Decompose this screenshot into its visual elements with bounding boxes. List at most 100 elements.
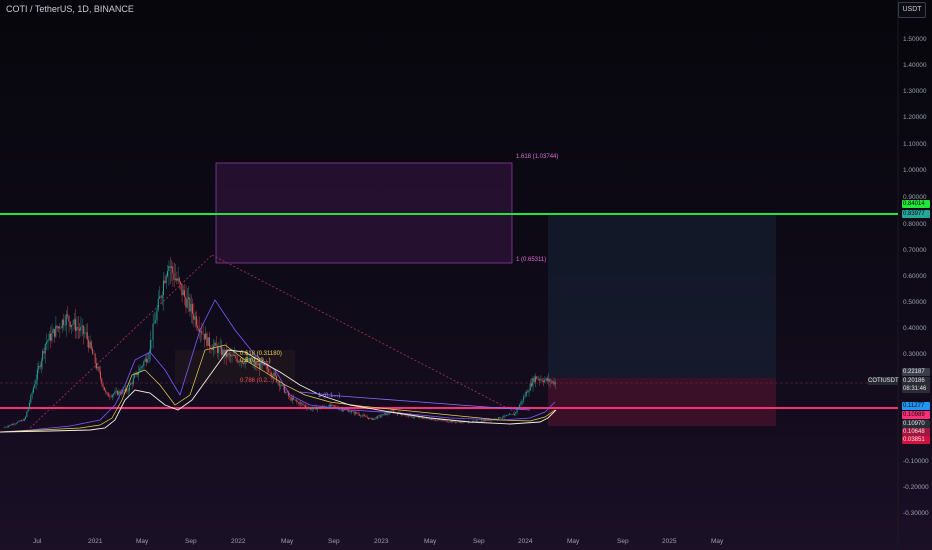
- candle-body: [293, 397, 295, 400]
- candle-body: [211, 348, 213, 351]
- candle-body: [432, 419, 434, 421]
- candle-body: [101, 378, 103, 385]
- candle-body: [222, 349, 224, 355]
- candle-body: [458, 421, 460, 422]
- candle-body: [14, 423, 16, 425]
- currency-button[interactable]: USDT: [898, 2, 926, 18]
- candle-body: [361, 415, 363, 417]
- candle-body: [403, 414, 405, 416]
- candle-body: [170, 266, 172, 268]
- symbol-title[interactable]: COTI / TetherUS, 1D, BINANCE: [6, 4, 134, 14]
- candle-body: [85, 332, 87, 334]
- date-tick: Sep: [473, 538, 485, 545]
- candle-body: [123, 389, 125, 391]
- candle-body: [18, 420, 20, 422]
- candle-body: [35, 379, 37, 385]
- candle-body: [17, 421, 19, 424]
- candle-body: [540, 379, 542, 381]
- candle-body: [520, 401, 522, 405]
- candle-body: [457, 421, 459, 422]
- candle-body: [428, 418, 430, 420]
- candle-body: [128, 384, 130, 391]
- candle-body: [174, 278, 176, 280]
- fib-label-lower: 1 (0.65311): [516, 257, 546, 263]
- candle-body: [366, 417, 368, 418]
- candle-body: [506, 415, 507, 416]
- date-tick: 2025: [662, 538, 677, 545]
- candle-body: [301, 402, 302, 404]
- candle-body: [446, 421, 448, 423]
- candle-body: [148, 352, 150, 359]
- candle-body: [270, 372, 272, 376]
- candle-body: [331, 404, 333, 407]
- candle-body: [498, 417, 500, 420]
- candles-layer: [4, 256, 556, 428]
- price-tick: 1.10000: [903, 141, 927, 148]
- candle-body: [273, 372, 275, 377]
- candle-body: [537, 379, 539, 380]
- candle-body: [490, 420, 492, 421]
- candle-body: [362, 415, 364, 416]
- position-profit-zone: [548, 215, 776, 378]
- candle-body: [527, 391, 529, 393]
- candle-body: [278, 381, 280, 387]
- date-tick: Sep: [185, 538, 197, 545]
- candle-body: [172, 266, 174, 274]
- candle-body: [30, 395, 32, 403]
- candle-body: [71, 325, 72, 327]
- candle-body: [360, 415, 362, 417]
- candle-body: [130, 383, 132, 385]
- chart-area[interactable]: 1.618 (1.03744) 1 (0.65311) 0.618 (0.311…: [0, 0, 932, 550]
- candle-body: [102, 384, 104, 388]
- price-badge-neutral: 0.10970: [902, 420, 930, 428]
- candle-body: [140, 366, 142, 368]
- candle-body: [186, 298, 188, 308]
- candle-body: [377, 415, 379, 419]
- fib-label-upper: 1.618 (1.03744): [516, 154, 558, 160]
- candle-body: [424, 418, 426, 419]
- candle-body: [335, 406, 337, 408]
- candle-body: [32, 387, 34, 393]
- date-tick: 2023: [374, 538, 389, 545]
- candle-body: [155, 320, 157, 323]
- candle-body: [414, 416, 415, 418]
- candle-body: [485, 420, 486, 421]
- candle-body: [36, 369, 38, 380]
- date-tick: 2022: [231, 538, 246, 545]
- date-tick: May: [711, 538, 724, 545]
- candle-body: [34, 384, 36, 388]
- candle-body: [139, 367, 141, 373]
- candle-body: [549, 378, 551, 383]
- candle-body: [499, 417, 501, 419]
- candle-body: [291, 397, 293, 401]
- candle-body: [302, 403, 304, 405]
- candle-body: [194, 316, 196, 320]
- candle-body: [164, 280, 166, 284]
- candle-body: [412, 417, 414, 418]
- candle-body: [78, 328, 80, 331]
- candle-body: [513, 413, 515, 416]
- price-tick: 0.80000: [903, 221, 927, 228]
- candle-body: [50, 333, 51, 341]
- candle-body: [185, 296, 187, 308]
- candle-body: [127, 390, 129, 392]
- candle-body: [511, 414, 513, 415]
- candle-body: [475, 420, 477, 422]
- candle-body: [132, 378, 134, 385]
- trendline-fall: [211, 254, 516, 413]
- candle-body: [5, 427, 7, 428]
- date-tick: May: [424, 538, 437, 545]
- candle-body: [218, 347, 220, 353]
- candle-body: [378, 415, 380, 416]
- price-badge-red: 0.10648: [902, 428, 930, 436]
- candle-body: [21, 420, 23, 421]
- date-tick: Sep: [328, 538, 340, 545]
- candle-body: [142, 365, 143, 367]
- candle-body: [510, 414, 511, 415]
- candle-body: [7, 425, 9, 427]
- candle-body: [235, 355, 237, 359]
- candle-body: [521, 400, 523, 402]
- candle-body: [165, 276, 167, 284]
- candle-body: [118, 391, 120, 395]
- candle-body: [43, 350, 45, 354]
